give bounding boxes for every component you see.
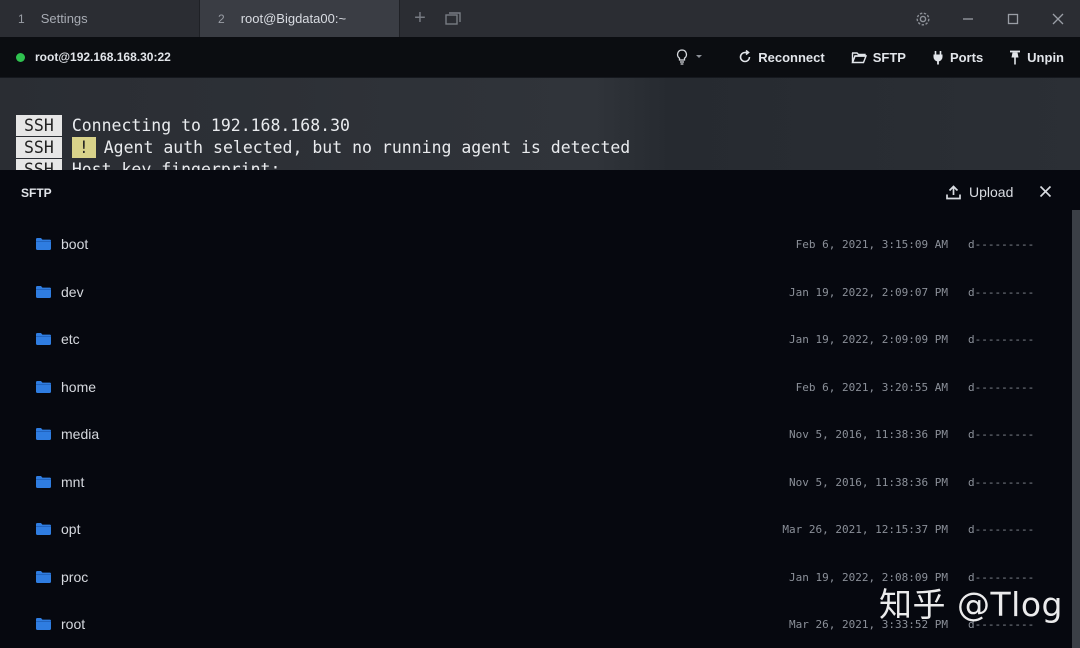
folder-icon — [36, 570, 51, 588]
unpin-label: Unpin — [1027, 49, 1064, 65]
gear-icon[interactable] — [900, 0, 945, 37]
file-name: boot — [61, 236, 89, 252]
file-row[interactable]: opt Mar 26, 2021, 12:15:37 PM d--------- — [0, 505, 1060, 553]
folder-icon — [36, 522, 51, 540]
tab-terminal[interactable]: 2 root@Bigdata00:~ — [200, 0, 400, 37]
reconnect-label: Reconnect — [758, 49, 825, 65]
ssh-tag: SSH — [16, 115, 62, 136]
file-name: root — [61, 616, 86, 632]
tab-label: Settings — [40, 11, 88, 26]
terminal-line: SSH Connecting to 192.168.168.30 — [16, 115, 350, 136]
tab-number: 2 — [218, 11, 225, 26]
connection-status: root@192.168.168.30:22 — [16, 50, 171, 64]
minimize-icon[interactable] — [945, 0, 990, 37]
plug-icon — [933, 50, 943, 64]
chevron-down-icon — [696, 55, 703, 58]
file-name: home — [61, 378, 97, 395]
folder-icon — [36, 237, 51, 255]
lightbulb-icon[interactable] — [676, 49, 706, 65]
terminal-line: SSH Host key fingerprint: — [16, 159, 280, 170]
file-date: Nov 5, 2016, 11:38:36 PM — [789, 475, 948, 489]
close-window-icon[interactable] — [1035, 0, 1080, 37]
close-icon[interactable] — [1039, 185, 1052, 203]
terminal-line: SSH ! Agent auth selected, but no runnin… — [16, 137, 630, 158]
file-name: opt — [61, 521, 81, 537]
file-permissions: d--------- — [968, 475, 1035, 489]
terminal-text: Host key fingerprint: — [71, 160, 281, 170]
file-permissions: d--------- — [968, 523, 1035, 536]
file-name: etc — [61, 331, 80, 347]
file-date: Feb 6, 2021, 3:20:55 AM — [795, 380, 948, 394]
terminal-text: Connecting to 192.168.168.30 — [71, 116, 350, 135]
sftp-title: SFTP — [21, 186, 52, 200]
file-date: Jan 19, 2022, 2:09:07 PM — [789, 285, 948, 299]
ssh-tag: SSH — [16, 159, 62, 170]
reconnect-icon — [739, 50, 751, 63]
file-row[interactable]: home Feb 6, 2021, 3:20:55 AM d--------- — [0, 363, 1060, 411]
upload-button[interactable]: Upload — [946, 184, 1013, 200]
tab-label: root@Bigdata00:~ — [240, 11, 347, 26]
file-date: Mar 26, 2021, 12:15:37 PM — [782, 523, 948, 536]
file-permissions: d--------- — [968, 333, 1035, 346]
maximize-icon[interactable] — [990, 0, 1035, 37]
tab-settings[interactable]: 1 Settings — [0, 0, 200, 37]
file-name: mnt — [61, 473, 85, 490]
folder-icon — [36, 332, 51, 350]
file-name: dev — [61, 283, 84, 300]
file-name: proc — [61, 568, 89, 585]
upload-label: Upload — [969, 184, 1014, 200]
sftp-header: SFTP Upload — [0, 170, 1080, 216]
file-permissions: d--------- — [968, 380, 1035, 394]
split-layout-icon[interactable] — [438, 0, 468, 37]
sftp-panel: SFTP Upload boot Feb 6, 2021, 3:15:09 AM d… — [0, 170, 1080, 648]
file-row[interactable]: media Nov 5, 2016, 11:38:36 PM d--------- — [0, 410, 1060, 458]
file-permissions: d--------- — [968, 285, 1035, 299]
pin-icon — [1010, 50, 1021, 64]
folder-open-icon — [851, 51, 867, 63]
file-row[interactable]: boot Feb 6, 2021, 3:15:09 AM d--------- — [0, 220, 1060, 268]
unpin-button[interactable]: Unpin — [1009, 50, 1064, 65]
upload-icon — [946, 184, 961, 199]
file-row[interactable]: mnt Nov 5, 2016, 11:38:36 PM d--------- — [0, 458, 1060, 506]
file-date: Jan 19, 2022, 2:09:09 PM — [789, 333, 948, 346]
ports-label: Ports — [949, 49, 984, 65]
folder-icon — [36, 475, 51, 493]
warning-tag: ! — [71, 137, 96, 158]
sftp-label: SFTP — [872, 49, 906, 65]
folder-icon — [36, 427, 51, 445]
tab-number: 1 — [18, 11, 25, 26]
sftp-button[interactable]: SFTP — [851, 50, 906, 65]
ssh-tag: SSH — [16, 137, 62, 158]
folder-icon — [36, 617, 51, 635]
connection-address: root@192.168.168.30:22 — [35, 50, 171, 64]
file-row[interactable]: etc Jan 19, 2022, 2:09:09 PM d--------- — [0, 315, 1060, 363]
reconnect-button[interactable]: Reconnect — [738, 49, 825, 65]
session-toolbar: root@192.168.168.30:22 Reconnect SFTP Po… — [0, 37, 1080, 78]
ports-button[interactable]: Ports — [932, 50, 983, 65]
terminal-output[interactable]: SSH Connecting to 192.168.168.30 SSH ! A… — [0, 78, 1080, 170]
folder-icon — [36, 285, 51, 303]
file-permissions: d--------- — [968, 428, 1035, 441]
file-permissions: d--------- — [968, 238, 1035, 251]
file-row[interactable]: dev Jan 19, 2022, 2:09:07 PM d--------- — [0, 268, 1060, 316]
watermark: 知乎 @Tlog — [879, 585, 1063, 624]
file-date: Feb 6, 2021, 3:15:09 AM — [795, 238, 948, 251]
status-dot — [16, 52, 25, 62]
file-date: Nov 5, 2016, 11:38:36 PM — [789, 428, 948, 441]
terminal-text: Agent auth selected, but no running agen… — [103, 138, 631, 157]
tab-bar-spacer — [468, 0, 900, 37]
file-name: media — [61, 426, 100, 442]
new-tab-plus-icon[interactable]: + — [402, 0, 438, 37]
tab-bar: 1 Settings 2 root@Bigdata00:~ + — [0, 0, 1080, 37]
folder-icon — [36, 380, 51, 398]
scrollbar[interactable] — [1072, 210, 1080, 648]
